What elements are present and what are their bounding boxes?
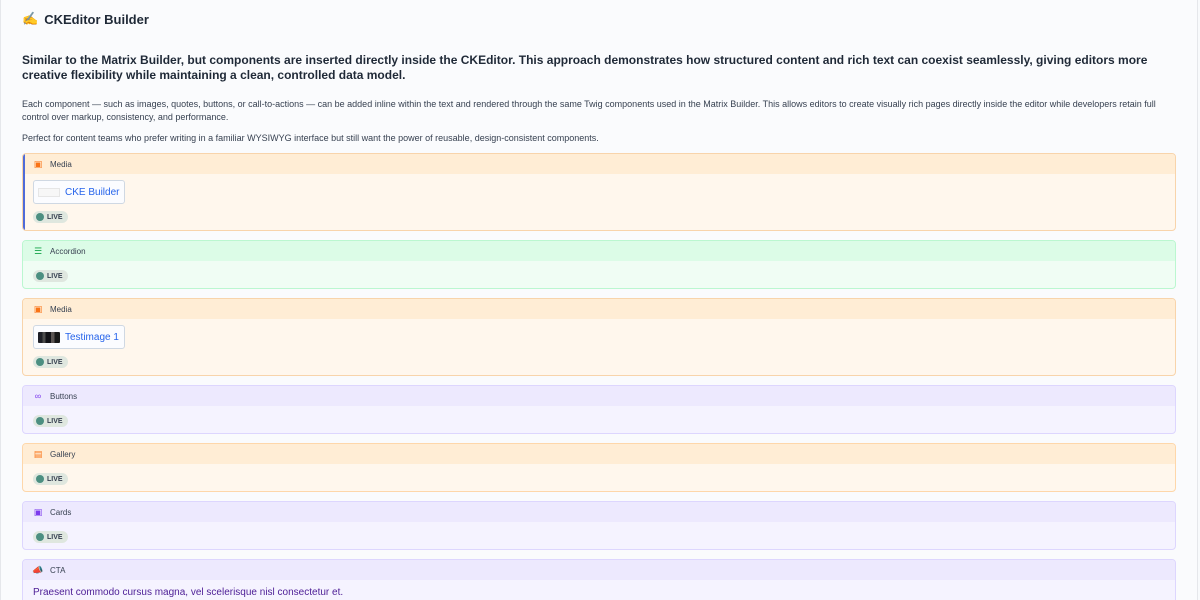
- live-status-badge: LIVE: [33, 356, 68, 368]
- page-title: ✍️ CKEditor Builder: [22, 10, 1176, 28]
- cards-icon: ▣: [33, 507, 43, 517]
- asset-label[interactable]: CKE Builder: [65, 187, 119, 198]
- writing-hand-icon: ✍️: [22, 11, 39, 26]
- gallery-block[interactable]: ▤ Gallery LIVE: [22, 443, 1176, 492]
- page-title-text: CKEditor Builder: [44, 11, 149, 27]
- gallery-icon: ▤: [33, 449, 43, 459]
- cards-block-body: LIVE: [23, 522, 1175, 549]
- media-block-2[interactable]: ▣ Media Testimage 1 LIVE: [22, 298, 1176, 376]
- accordion-block-body: LIVE: [23, 261, 1175, 288]
- asset-label[interactable]: Testimage 1: [65, 332, 119, 343]
- description-paragraph-1: Each component — such as images, quotes,…: [22, 99, 1156, 122]
- block-type-label: Gallery: [50, 449, 76, 459]
- status-text: LIVE: [47, 272, 63, 280]
- accordion-block[interactable]: ☰ Accordion LIVE: [22, 240, 1176, 289]
- description-paragraph-2: Perfect for content teams who prefer wri…: [22, 133, 599, 143]
- block-type-label: CTA: [50, 565, 66, 575]
- cards-block-header[interactable]: ▣ Cards: [23, 502, 1175, 522]
- cards-block[interactable]: ▣ Cards LIVE: [22, 501, 1176, 550]
- live-status-badge: LIVE: [33, 270, 68, 282]
- cta-block-header[interactable]: 📣 CTA: [23, 560, 1175, 580]
- block-type-label: Buttons: [50, 391, 78, 401]
- megaphone-icon: 📣: [32, 565, 44, 575]
- status-text: LIVE: [47, 475, 63, 483]
- asset-chip-cke-builder[interactable]: CKE Builder: [33, 180, 126, 204]
- block-type-label: Accordion: [50, 246, 86, 256]
- image-icon: ▣: [33, 159, 43, 169]
- buttons-block[interactable]: ∞ Buttons LIVE: [22, 385, 1176, 434]
- link-icon: ∞: [34, 391, 42, 401]
- live-status-badge: LIVE: [33, 531, 68, 543]
- block-type-label: Cards: [50, 507, 72, 517]
- gallery-block-header[interactable]: ▤ Gallery: [23, 444, 1175, 464]
- live-status-badge: LIVE: [33, 415, 68, 427]
- live-dot-icon: [36, 272, 44, 280]
- live-dot-icon: [36, 213, 44, 221]
- live-status-badge: LIVE: [33, 211, 68, 223]
- media-block-header[interactable]: ▣ Media: [23, 154, 1175, 174]
- media-block-body: CKE Builder LIVE: [23, 174, 1175, 230]
- accordion-block-header[interactable]: ☰ Accordion: [23, 241, 1175, 261]
- cta-block[interactable]: 📣 CTA Praesent commodo cursus magna, vel…: [22, 559, 1176, 600]
- media-block-header[interactable]: ▣ Media: [23, 299, 1175, 319]
- status-text: LIVE: [47, 533, 63, 541]
- ckeditor-builder-page: ✍️ CKEditor Builder Similar to the Matri…: [0, 0, 1198, 600]
- asset-chip-testimage-1[interactable]: Testimage 1: [33, 325, 125, 349]
- media-block-1[interactable]: ▣ Media CKE Builder LIVE: [22, 153, 1176, 231]
- cta-text[interactable]: Praesent commodo cursus magna, vel scele…: [23, 587, 1175, 598]
- empty-thumbnail-icon: [38, 187, 60, 197]
- block-type-label: Media: [50, 304, 72, 314]
- page-headline: Similar to the Matrix Builder, but compo…: [22, 53, 1148, 82]
- media-block-body: Testimage 1 LIVE: [23, 319, 1175, 375]
- image-icon: ▣: [33, 304, 43, 314]
- status-text: LIVE: [47, 213, 63, 221]
- buttons-block-header[interactable]: ∞ Buttons: [23, 386, 1175, 406]
- live-dot-icon: [36, 417, 44, 425]
- buttons-block-body: LIVE: [23, 406, 1175, 433]
- list-icon: ☰: [33, 246, 43, 256]
- image-thumbnail-icon: [38, 331, 60, 343]
- status-text: LIVE: [47, 417, 63, 425]
- live-status-badge: LIVE: [33, 473, 68, 485]
- live-dot-icon: [36, 533, 44, 541]
- gallery-block-body: LIVE: [23, 464, 1175, 491]
- status-text: LIVE: [47, 358, 63, 366]
- block-type-label: Media: [50, 159, 72, 169]
- live-dot-icon: [36, 358, 44, 366]
- live-dot-icon: [36, 475, 44, 483]
